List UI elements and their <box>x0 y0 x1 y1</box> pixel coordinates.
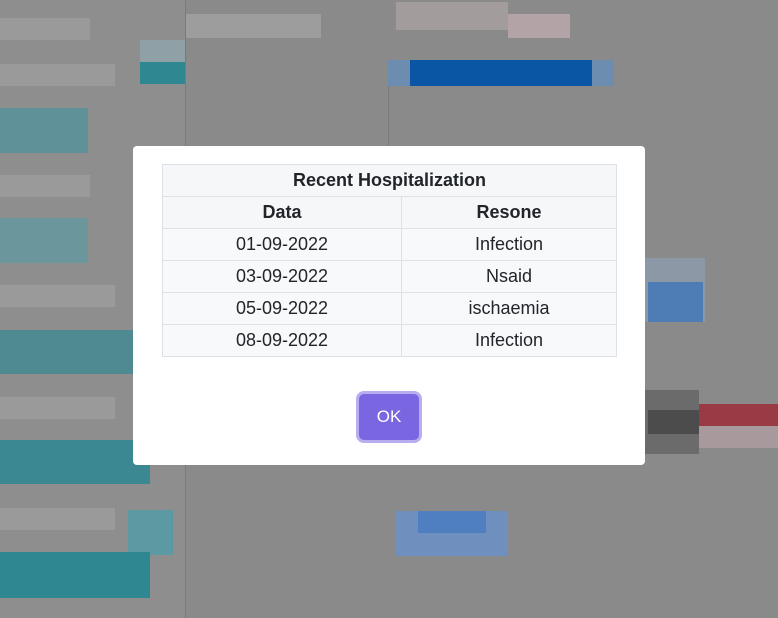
reason-cell: ischaemia <box>401 292 617 325</box>
ok-button[interactable]: OK <box>359 394 419 440</box>
column-header-reason: Resone <box>401 196 617 229</box>
date-cell: 08-09-2022 <box>162 324 402 357</box>
table-row: 01-09-2022 Infection <box>162 228 617 261</box>
reason-cell: Infection <box>401 228 617 261</box>
table-title: Recent Hospitalization <box>162 164 617 197</box>
table-row: 05-09-2022 ischaemia <box>162 292 617 325</box>
hospitalization-table: Recent Hospitalization Data Resone 01-09… <box>162 164 617 357</box>
date-cell: 03-09-2022 <box>162 260 402 293</box>
date-cell: 01-09-2022 <box>162 228 402 261</box>
date-cell: 05-09-2022 <box>162 292 402 325</box>
table-row: 03-09-2022 Nsaid <box>162 260 617 293</box>
reason-cell: Infection <box>401 324 617 357</box>
column-header-date: Data <box>162 196 402 229</box>
hospitalization-modal: Recent Hospitalization Data Resone 01-09… <box>133 146 645 465</box>
reason-cell: Nsaid <box>401 260 617 293</box>
table-row: 08-09-2022 Infection <box>162 324 617 357</box>
